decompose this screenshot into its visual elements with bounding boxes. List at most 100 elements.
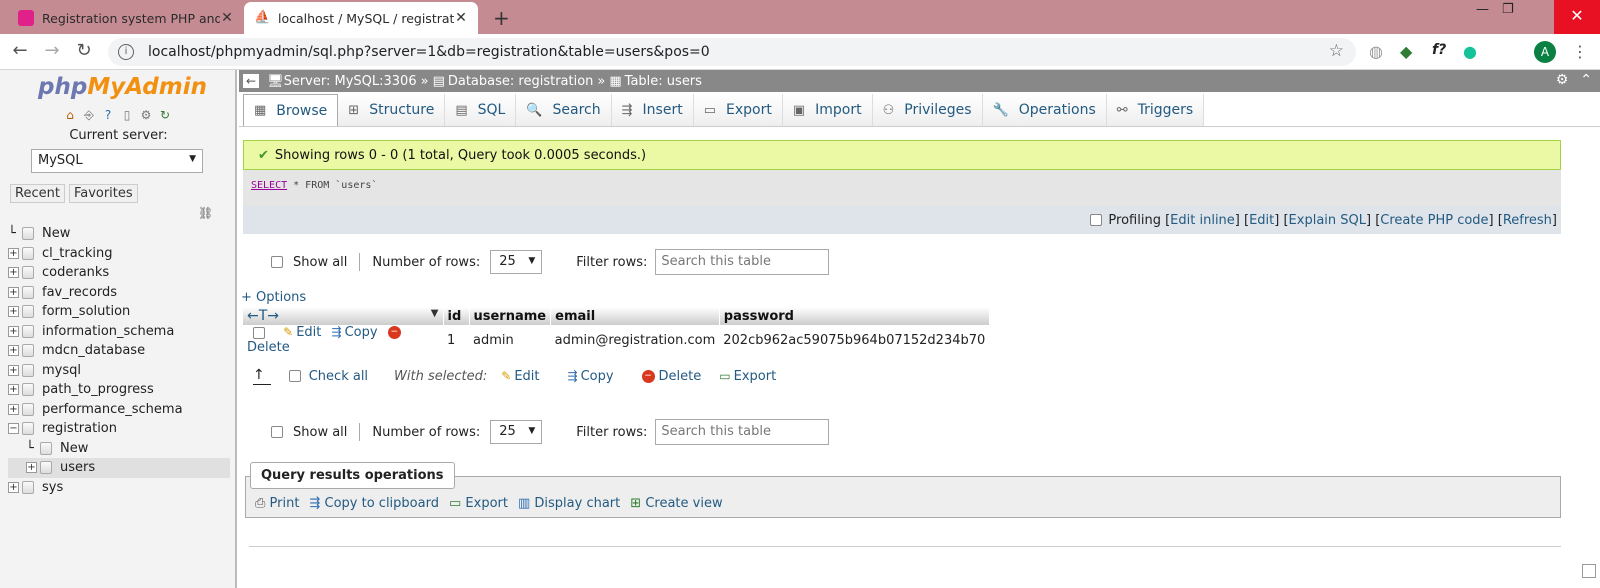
grammarly-icon[interactable]: ●	[1463, 42, 1477, 61]
tab-insert[interactable]: ⇶ Insert	[611, 94, 694, 126]
edit-link[interactable]: Edit	[1249, 213, 1274, 228]
sql-keyword[interactable]: SELECT	[251, 180, 287, 191]
breadcrumb-database[interactable]: Database: registration	[448, 74, 594, 89]
collapse-minus-icon[interactable]: −	[8, 423, 19, 435]
expand-plus-icon[interactable]: +	[8, 481, 19, 493]
row-copy-link[interactable]: Copy	[345, 325, 378, 340]
refresh-icon[interactable]: ↻	[157, 108, 173, 124]
home-icon[interactable]: ⌂	[62, 108, 78, 124]
chevron-down-icon[interactable]: ▼	[431, 308, 439, 319]
formula-extension-icon[interactable]: f?	[1432, 42, 1446, 58]
edit-inline-link[interactable]: Edit inline	[1170, 213, 1235, 228]
tab-privileges[interactable]: ⚇ Privileges	[872, 94, 983, 126]
column-arrows[interactable]: ←T→	[247, 308, 279, 324]
refresh-link[interactable]: Refresh	[1503, 213, 1552, 228]
expand-plus-icon[interactable]: +	[8, 364, 19, 376]
new-tab-icon[interactable]: +	[493, 6, 510, 30]
cell-email[interactable]: admin@registration.com	[550, 325, 720, 355]
close-tab-icon[interactable]: ✕	[220, 10, 234, 26]
row-delete-link[interactable]: Delete	[247, 340, 290, 355]
tree-item-db[interactable]: + fav_records	[8, 283, 230, 303]
column-header-email[interactable]: email	[550, 307, 720, 325]
tab-triggers[interactable]: ⚯ Triggers	[1106, 94, 1205, 126]
check-all-label[interactable]: Check all	[309, 369, 368, 384]
tree-item-db[interactable]: + sys	[8, 478, 230, 498]
create-view-button[interactable]: ⊞ Create view	[630, 496, 722, 511]
expand-plus-icon[interactable]: +	[8, 267, 19, 279]
expand-plus-icon[interactable]: +	[8, 403, 19, 415]
copy-to-clipboard-button[interactable]: ⇶ Copy to clipboard	[309, 496, 439, 511]
docs-icon[interactable]: ▯	[119, 108, 135, 124]
tree-item-db[interactable]: + path_to_progress	[8, 380, 230, 400]
browser-tab-2[interactable]: ⛵ localhost / MySQL / registration ✕	[244, 2, 478, 34]
show-all-checkbox[interactable]	[271, 426, 283, 438]
tab-export[interactable]: ▭ Export	[693, 94, 783, 126]
create-php-code-link[interactable]: Create PHP code	[1380, 213, 1488, 228]
profile-avatar[interactable]: A	[1534, 41, 1556, 63]
bulk-export-button[interactable]: ▭ Export	[719, 369, 776, 384]
minimize-icon[interactable]: —	[1476, 2, 1489, 17]
tree-item-db[interactable]: + performance_schema	[8, 400, 230, 420]
column-header-username[interactable]: username	[469, 307, 552, 325]
settings-gear-icon[interactable]: ⚙	[1556, 72, 1569, 88]
back-icon[interactable]: ←	[8, 40, 32, 61]
tab-search[interactable]: 🔍 Search	[516, 94, 612, 126]
settings-gear-icon[interactable]: ⚙	[138, 108, 154, 124]
expand-plus-icon[interactable]: +	[8, 384, 19, 396]
expand-plus-icon[interactable]: +	[8, 286, 19, 298]
tab-import[interactable]: ▣ Import	[782, 94, 873, 126]
tree-item-db[interactable]: + form_solution	[8, 302, 230, 322]
tree-item-db[interactable]: + mysql	[8, 361, 230, 381]
tab-structure[interactable]: ⊞ Structure	[338, 94, 446, 126]
options-link[interactable]: + Options	[241, 290, 306, 305]
copy-icon[interactable]: ⇶	[332, 325, 342, 339]
pencil-icon[interactable]: ✎	[283, 325, 293, 339]
bookmark-star-icon[interactable]: ☆	[1329, 41, 1344, 61]
rows-select[interactable]: 25 ▼	[490, 250, 543, 274]
display-chart-button[interactable]: ▥ Display chart	[518, 496, 620, 511]
export-button[interactable]: ▭ Export	[449, 496, 508, 511]
site-info-icon[interactable]: i	[118, 44, 134, 60]
maximize-icon[interactable]: ❐	[1502, 2, 1514, 17]
help-icon[interactable]: ?	[100, 108, 116, 124]
check-all-checkbox[interactable]	[288, 370, 301, 382]
row-checkbox[interactable]	[253, 326, 265, 339]
collapse-top-icon[interactable]: ⌃	[1580, 72, 1592, 88]
show-all-checkbox[interactable]	[271, 256, 283, 268]
column-header-password[interactable]: password	[719, 307, 990, 325]
column-header-id[interactable]: id	[443, 307, 470, 325]
expand-plus-icon[interactable]: +	[26, 462, 37, 474]
filter-rows-input[interactable]: Search this table	[655, 249, 830, 275]
tree-item-db[interactable]: + mdcn_database	[8, 341, 230, 361]
delete-icon[interactable]: −	[387, 326, 401, 339]
expand-plus-icon[interactable]: +	[8, 325, 19, 337]
reload-icon[interactable]: ↻	[72, 40, 96, 61]
console-icon[interactable]	[1582, 564, 1596, 578]
link-chain-icon[interactable]: ⛓	[198, 206, 213, 220]
cell-password[interactable]: 202cb962ac59075b964b07152d234b70	[719, 325, 990, 355]
tree-item-table-users[interactable]: + users	[8, 458, 230, 478]
tree-item-new[interactable]: └ New	[8, 224, 230, 244]
tree-item-db-registration[interactable]: − registration	[8, 419, 230, 439]
collapse-nav-icon[interactable]: ←	[243, 74, 260, 88]
tab-favorites[interactable]: Favorites	[68, 184, 138, 203]
browser-tab-1[interactable]: Registration system PHP and My ✕	[8, 2, 244, 34]
filter-rows-input[interactable]: Search this table	[655, 419, 830, 445]
logout-icon[interactable]: ⎆	[81, 108, 97, 124]
tree-item-db[interactable]: + coderanks	[8, 263, 230, 283]
tab-operations[interactable]: 🔧 Operations	[982, 94, 1107, 126]
rows-select[interactable]: 25 ▼	[490, 420, 543, 444]
cell-id[interactable]: 1	[443, 325, 469, 355]
close-tab-icon[interactable]: ✕	[454, 10, 468, 26]
expand-plus-icon[interactable]: +	[8, 306, 19, 318]
profiling-checkbox[interactable]	[1090, 214, 1103, 226]
bulk-copy-button[interactable]: ⇶ Copy	[568, 369, 614, 384]
tree-item-db[interactable]: + information_schema	[8, 322, 230, 342]
cell-username[interactable]: admin	[469, 325, 551, 355]
expand-plus-icon[interactable]: +	[8, 345, 19, 357]
tree-item-db[interactable]: + cl_tracking	[8, 244, 230, 264]
expand-plus-icon[interactable]: +	[8, 247, 19, 259]
close-window-icon[interactable]: ✕	[1554, 0, 1600, 34]
breadcrumb-server[interactable]: Server: MySQL:3306	[284, 74, 417, 89]
row-edit-link[interactable]: Edit	[296, 325, 321, 340]
